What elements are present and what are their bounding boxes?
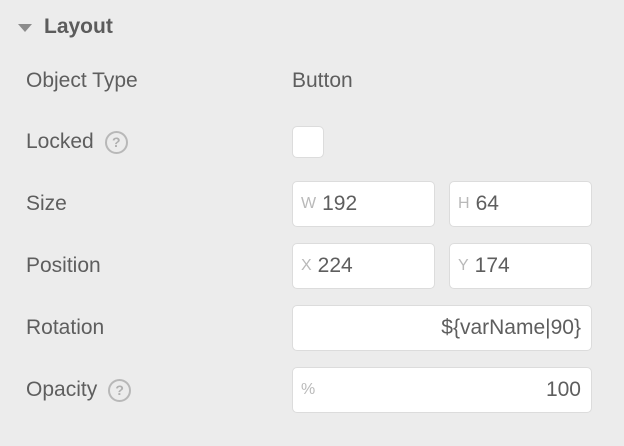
- x-prefix: X: [301, 257, 312, 274]
- rotation-field[interactable]: ${varName|90}: [292, 305, 592, 351]
- opacity-field[interactable]: % 100: [292, 367, 592, 413]
- opacity-label-group: Opacity ?: [26, 367, 132, 413]
- rotation-value: ${varName|90}: [441, 316, 581, 339]
- width-field[interactable]: W 192: [292, 181, 435, 227]
- y-prefix: Y: [458, 257, 469, 274]
- width-value: 192: [322, 192, 358, 215]
- height-prefix: H: [458, 195, 470, 212]
- disclosure-triangle-icon[interactable]: [18, 23, 32, 32]
- height-value: 64: [475, 192, 499, 215]
- rotation-label: Rotation: [26, 316, 105, 339]
- locked-label-group: Locked ?: [26, 119, 128, 165]
- layout-section-header[interactable]: Layout: [18, 13, 113, 41]
- help-icon[interactable]: ?: [108, 378, 132, 402]
- locked-row: Locked ?: [0, 119, 624, 165]
- position-row: Position X 224 Y 174: [0, 243, 624, 289]
- object-type-value: Button: [292, 69, 353, 92]
- help-icon[interactable]: ?: [104, 130, 128, 154]
- height-field[interactable]: H 64: [449, 181, 592, 227]
- size-row: Size W 192 H 64: [0, 181, 624, 227]
- opacity-value: 100: [545, 378, 581, 401]
- x-field[interactable]: X 224: [292, 243, 435, 289]
- opacity-prefix: %: [301, 381, 316, 398]
- section-title: Layout: [44, 15, 113, 38]
- y-value: 174: [474, 254, 510, 277]
- layout-panel: Layout Object Type Button Locked ? Size …: [0, 0, 624, 446]
- opacity-row: Opacity ? % 100: [0, 367, 624, 413]
- size-label: Size: [26, 192, 67, 215]
- opacity-label: Opacity: [26, 378, 98, 401]
- width-prefix: W: [301, 195, 317, 212]
- object-type-label: Object Type: [26, 69, 138, 92]
- y-field[interactable]: Y 174: [449, 243, 592, 289]
- locked-checkbox[interactable]: [292, 126, 324, 158]
- rotation-row: Rotation ${varName|90}: [0, 305, 624, 351]
- x-value: 224: [317, 254, 353, 277]
- position-label: Position: [26, 254, 101, 277]
- locked-label: Locked: [26, 130, 94, 153]
- object-type-row: Object Type Button: [0, 58, 624, 104]
